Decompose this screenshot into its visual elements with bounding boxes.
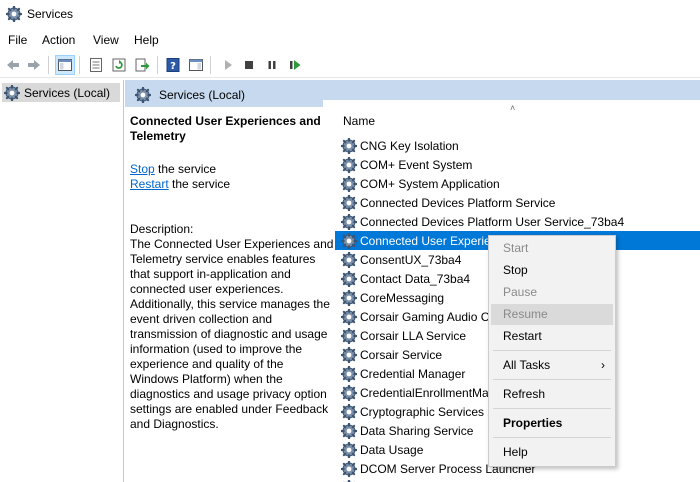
extended-description-panel: Connected User Experiences and Telemetry… — [125, 107, 335, 482]
title-bar: Services — [0, 0, 700, 28]
show-hide-console-tree-icon[interactable] — [55, 55, 75, 75]
service-gear-icon — [341, 137, 357, 154]
ctx-start[interactable]: Start — [491, 238, 613, 259]
ctx-refresh[interactable]: Refresh — [491, 384, 613, 405]
service-gear-icon — [341, 365, 357, 382]
service-gear-icon — [341, 232, 357, 249]
services-gear-icon — [6, 6, 22, 22]
service-name: Cryptographic Services — [360, 404, 485, 419]
ctx-properties[interactable]: Properties — [491, 413, 613, 434]
help-icon[interactable]: ? — [163, 55, 183, 75]
table-row[interactable]: Delivery Optimization — [335, 478, 700, 482]
service-name: Data Sharing Service — [360, 423, 474, 438]
table-row[interactable]: Connected Devices Platform User Service_… — [335, 212, 700, 231]
service-gear-icon — [341, 251, 357, 268]
service-gear-icon — [341, 289, 357, 306]
service-name: Credential Manager — [360, 366, 466, 381]
restart-service-link[interactable]: Restart — [130, 177, 169, 191]
table-row[interactable]: COM+ Event System — [335, 155, 700, 174]
service-name: Corsair Service — [360, 347, 443, 362]
service-gear-icon — [341, 213, 357, 230]
service-gear-icon — [341, 194, 357, 211]
ctx-restart[interactable]: Restart — [491, 326, 613, 347]
service-gear-icon — [341, 308, 357, 325]
stop-link-suffix: the service — [154, 162, 217, 176]
service-name: CoreMessaging — [360, 290, 445, 305]
console-tree: Services (Local) — [0, 80, 124, 482]
tree-item-label: Services (Local) — [24, 85, 111, 100]
service-gear-icon — [341, 422, 357, 439]
properties-icon[interactable] — [86, 55, 106, 75]
menu-view[interactable]: View — [91, 32, 121, 48]
menu-action[interactable]: Action — [40, 32, 77, 48]
pause-service-icon[interactable] — [262, 55, 282, 75]
ctx-all-tasks[interactable]: All Tasks › — [491, 355, 613, 376]
service-description: Description: The Connected User Experien… — [130, 222, 335, 432]
service-gear-icon — [341, 327, 357, 344]
tree-item-services-local[interactable]: Services (Local) — [2, 83, 120, 102]
service-name: Contact Data_73ba4 — [360, 271, 471, 286]
start-service-icon[interactable] — [218, 55, 238, 75]
service-gear-icon — [341, 346, 357, 363]
restart-service-icon[interactable] — [285, 55, 305, 75]
forward-arrow-icon[interactable] — [24, 55, 44, 75]
window-title: Services — [27, 7, 74, 21]
service-name: COM+ System Application — [360, 176, 500, 191]
ctx-stop[interactable]: Stop — [491, 260, 613, 281]
service-name: COM+ Event System — [360, 157, 473, 172]
table-row[interactable]: Connected Devices Platform Service — [335, 193, 700, 212]
back-arrow-icon[interactable] — [3, 55, 23, 75]
refresh-icon[interactable] — [109, 55, 129, 75]
context-menu: Start Stop Pause Resume Restart All Task… — [488, 235, 616, 467]
service-gear-icon — [341, 460, 357, 477]
ctx-pause[interactable]: Pause — [491, 282, 613, 303]
column-header-label: Name — [343, 114, 376, 128]
service-name: Data Usage — [360, 442, 424, 457]
column-header-name[interactable]: ˄ Name — [335, 100, 700, 136]
service-name: Connected Devices Platform User Service_… — [360, 214, 625, 229]
stop-service-link[interactable]: Stop — [130, 162, 155, 176]
ctx-help[interactable]: Help — [491, 442, 613, 463]
service-gear-icon — [341, 270, 357, 287]
services-gear-icon — [4, 84, 20, 101]
services-gear-icon — [135, 87, 151, 103]
export-list-icon[interactable] — [132, 55, 152, 75]
submenu-arrow-icon: › — [601, 358, 605, 372]
service-gear-icon — [341, 403, 357, 420]
svg-text:?: ? — [170, 61, 176, 72]
service-name: Connected Devices Platform Service — [360, 195, 556, 210]
ctx-all-tasks-label: All Tasks — [503, 358, 551, 372]
service-name: ConsentUX_73ba4 — [360, 252, 462, 267]
sort-ascending-icon: ˄ — [510, 103, 516, 113]
stop-service-icon[interactable] — [239, 55, 259, 75]
menu-bar: File Action View Help — [0, 29, 700, 51]
show-hide-action-pane-icon[interactable] — [186, 55, 206, 75]
menu-help[interactable]: Help — [132, 32, 161, 48]
menu-file[interactable]: File — [6, 32, 29, 48]
service-gear-icon — [341, 175, 357, 192]
ctx-resume[interactable]: Resume — [491, 304, 613, 325]
description-label: Description: — [130, 222, 194, 236]
restart-link-row: Restart the service — [130, 177, 230, 191]
service-gear-icon — [341, 156, 357, 173]
service-name: CNG Key Isolation — [360, 138, 459, 153]
toolbar: ? — [0, 52, 700, 78]
service-name: Corsair LLA Service — [360, 328, 467, 343]
table-row[interactable]: COM+ System Application — [335, 174, 700, 193]
table-row[interactable]: CNG Key Isolation — [335, 136, 700, 155]
description-text: The Connected User Experiences and Telem… — [130, 237, 334, 431]
service-gear-icon — [341, 384, 357, 401]
stop-link-row: Stop the service — [130, 162, 216, 176]
service-gear-icon — [341, 441, 357, 458]
pane-header-label: Services (Local) — [159, 88, 246, 102]
selected-service-title: Connected User Experiences and Telemetry — [130, 114, 321, 143]
restart-link-suffix: the service — [168, 177, 231, 191]
